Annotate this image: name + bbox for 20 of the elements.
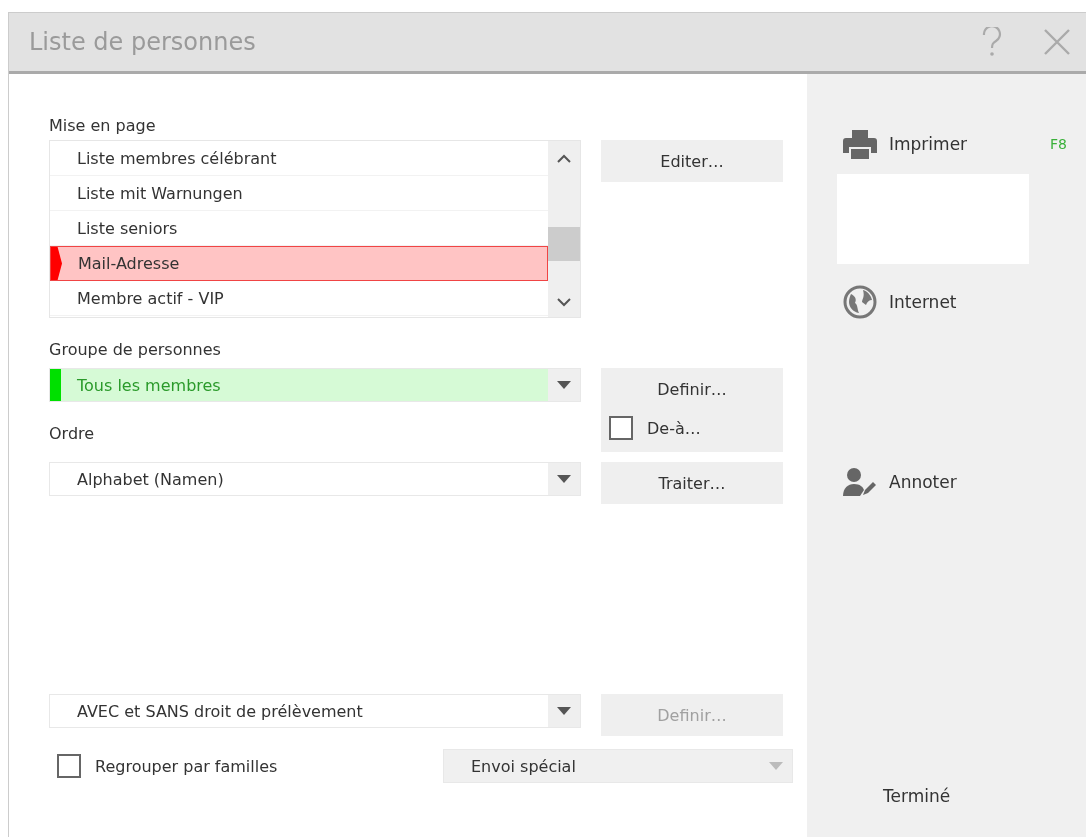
order-dropdown[interactable]: Alphabet (Namen) — [49, 462, 581, 496]
action-button[interactable]: Annoter — [837, 462, 1067, 502]
section-label: Ordre — [49, 424, 96, 445]
edit-button[interactable]: Editer… — [601, 140, 783, 182]
window-title: Liste de personnes — [29, 28, 257, 56]
section-label: Mise en page — [49, 116, 157, 137]
list-item[interactable]: Membre actif - VIP — [50, 281, 548, 316]
action-button[interactable]: Imprimer F8 — [837, 124, 1067, 164]
define-button[interactable]: Definir… — [601, 368, 783, 410]
section-label: Groupe de personnes — [49, 339, 221, 361]
debit-dropdown[interactable]: AVEC et SANS droit de prélèvement — [49, 694, 581, 728]
families-checkbox-row[interactable]: Regrouper par familles — [49, 748, 443, 784]
shortcut-key: F8 — [1050, 136, 1067, 152]
list-item[interactable]: Mail-Adresse — [50, 246, 548, 281]
action-button[interactable]: Internet — [837, 282, 1067, 322]
range-checkbox-row[interactable]: De-à… — [601, 410, 783, 446]
list-item[interactable]: Liste membres célébrant — [50, 141, 548, 176]
process-button[interactable]: Traiter… — [601, 462, 783, 504]
done-button[interactable]: Terminé — [877, 778, 957, 814]
list-item[interactable]: Liste mit Warnungen — [50, 176, 548, 211]
